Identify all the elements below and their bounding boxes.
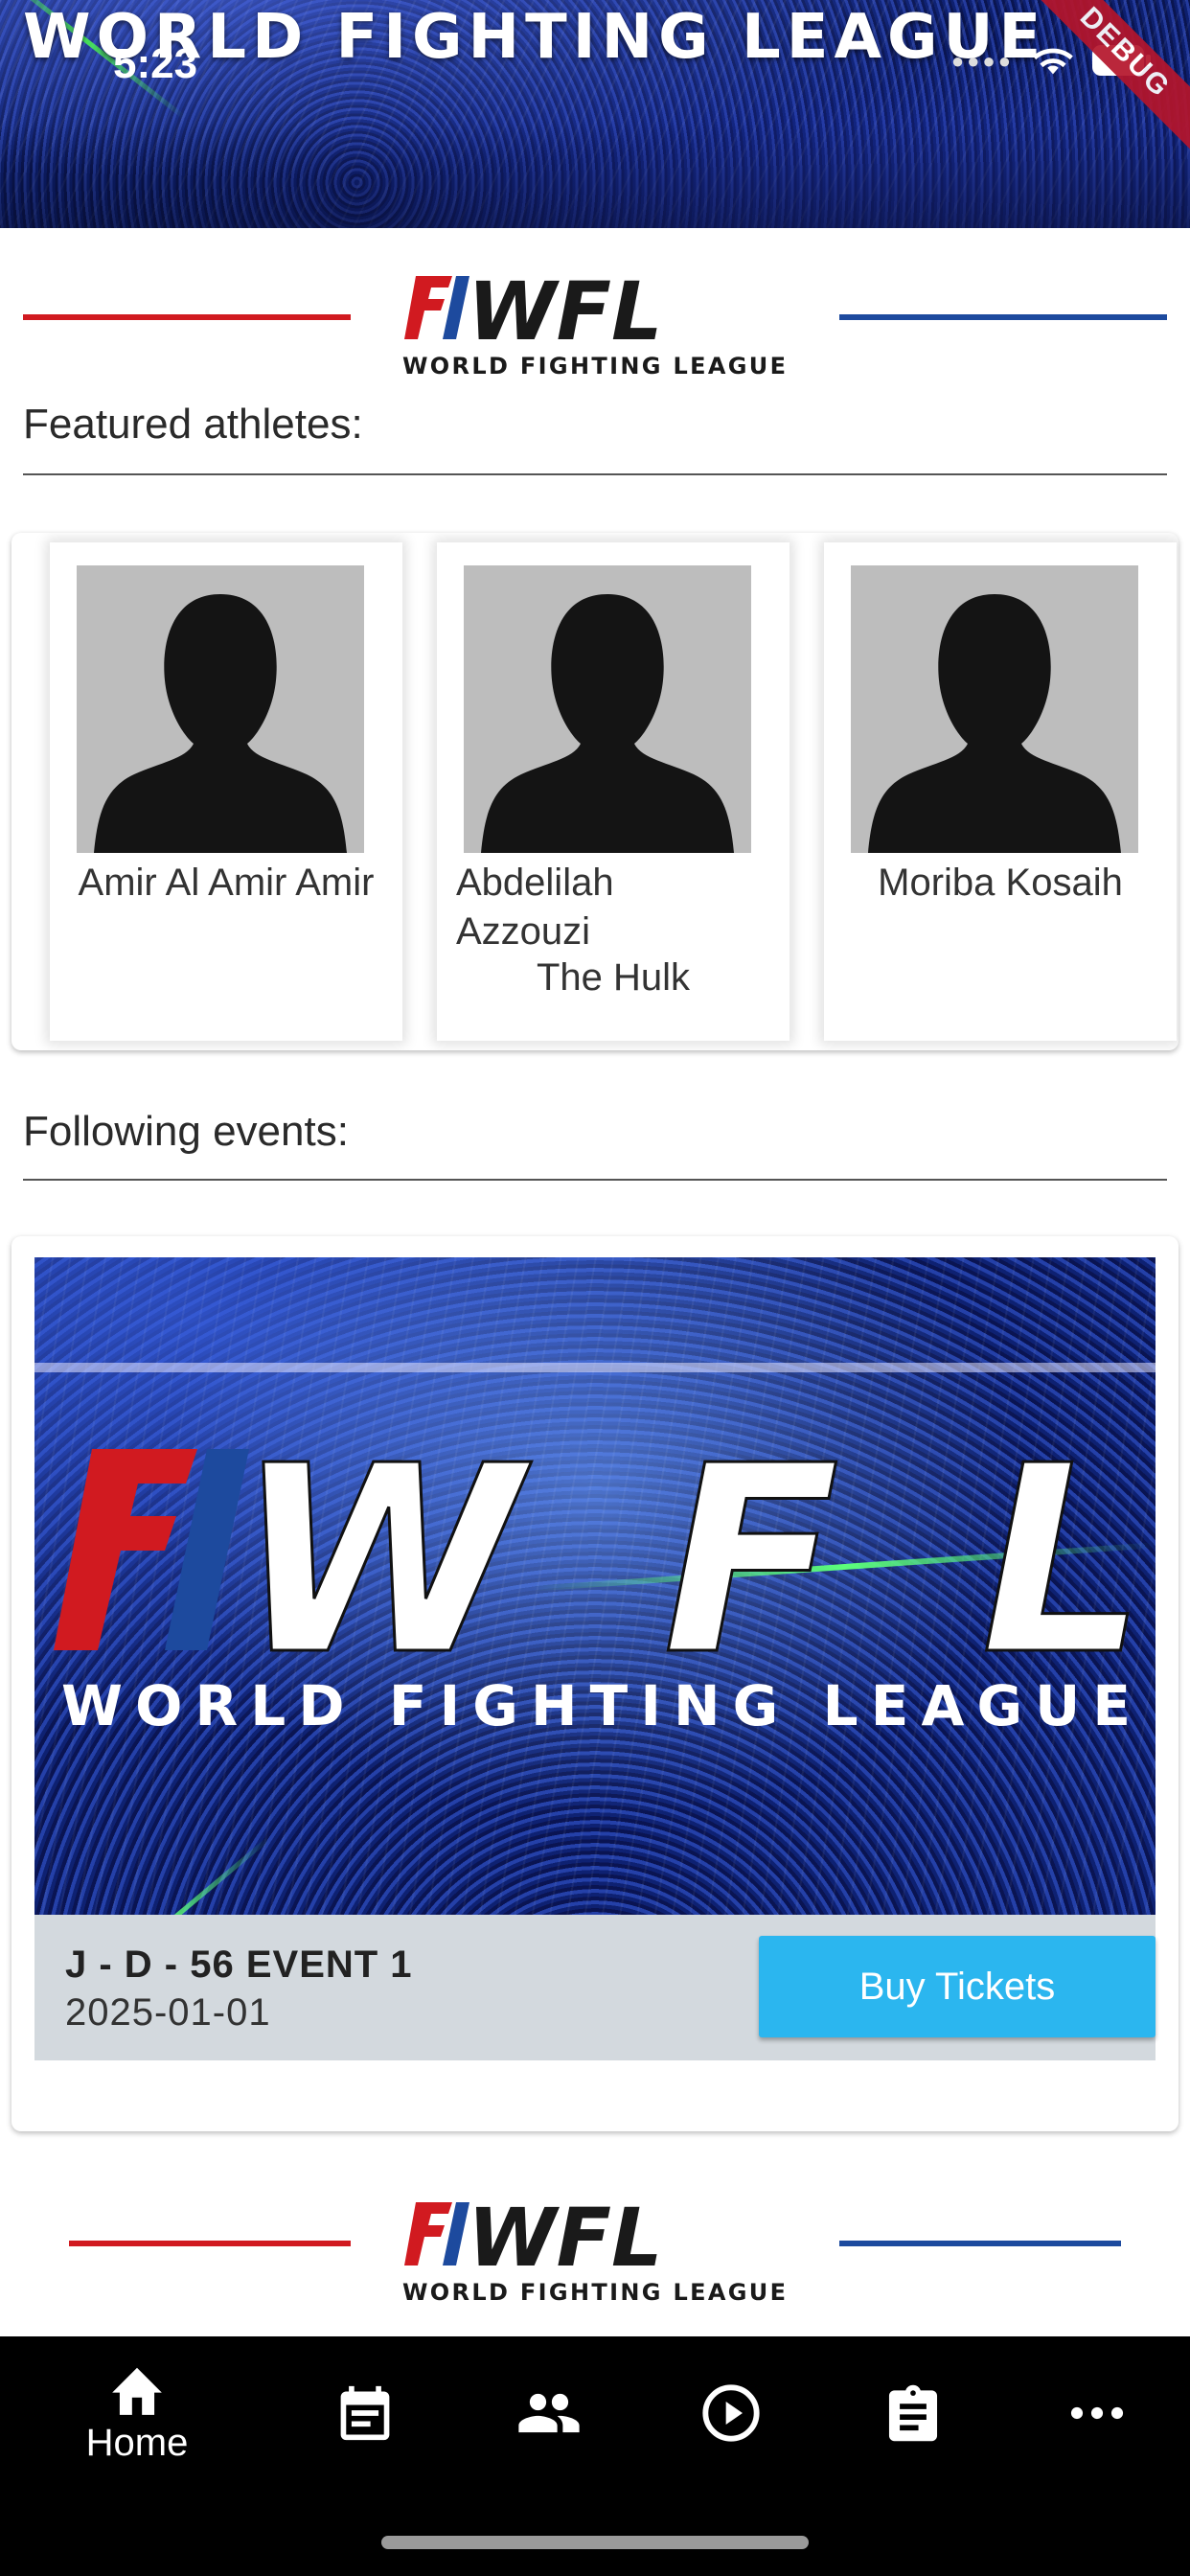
home-icon [112, 2367, 162, 2415]
wfl-logo: WFL WORLD FIGHTING LEAGUE [402, 2193, 786, 2306]
event-date: 2025-01-01 [65, 1991, 271, 2034]
wifi-icon [1033, 48, 1073, 75]
event-name: J - D - 56 EVENT 1 [65, 1944, 413, 1986]
nav-label-home: Home [85, 2421, 189, 2464]
banner-monogram: WFL [236, 1430, 1146, 1712]
logo-divider-blue [839, 314, 1167, 320]
athlete-avatar [851, 565, 1138, 853]
banner-tagline: WORLD FIGHTING LEAGUE [61, 1673, 1131, 1736]
nav-item-more[interactable] [1006, 2336, 1188, 2490]
logo-divider-red [23, 314, 351, 320]
avatar-placeholder-icon [94, 594, 347, 853]
event-footer: J - D - 56 EVENT 1 2025-01-01 Buy Ticket… [34, 1915, 1156, 2060]
logo-divider-blue [839, 2241, 1121, 2246]
event-banner-logo: WFL WORLD FIGHTING LEAGUE [54, 1430, 1146, 1736]
events-rule [23, 1179, 1167, 1181]
athletes-carousel[interactable]: Amir Al Amir Amir Abdelilah Azzouzi The … [11, 533, 1179, 1050]
nav-item-events[interactable] [274, 2336, 456, 2490]
logo-monogram: WFL [468, 2193, 663, 2285]
featured-rule [23, 473, 1167, 475]
event-banner-image[interactable]: WFL WORLD FIGHTING LEAGUE [34, 1257, 1156, 1915]
avatar-placeholder-icon [868, 594, 1121, 853]
logo-row-top: WFL WORLD FIGHTING LEAGUE [0, 255, 1190, 380]
avatar-placeholder-icon [481, 594, 734, 853]
athlete-avatar [464, 565, 751, 853]
calendar-icon [340, 2385, 390, 2441]
featured-heading: Featured athletes: [23, 401, 363, 448]
signal-icon: ●●●● [950, 49, 1014, 73]
logo-tagline: WORLD FIGHTING LEAGUE [402, 353, 786, 380]
logo-row-bottom: WFL WORLD FIGHTING LEAGUE [0, 2181, 1190, 2306]
status-time: 5:23 [113, 40, 198, 87]
nav-item-rankings[interactable] [822, 2336, 1004, 2490]
more-icon [1070, 2406, 1124, 2420]
athlete-nickname: The Hulk [536, 956, 691, 999]
nav-item-home[interactable]: Home [46, 2336, 228, 2490]
people-icon [518, 2393, 580, 2433]
athlete-avatar [77, 565, 364, 853]
athlete-card[interactable]: Moriba Kosaih [824, 542, 1177, 1041]
nav-item-videos[interactable] [640, 2336, 822, 2490]
athlete-name: Amir Al Amir Amir [78, 862, 375, 904]
home-indicator[interactable] [381, 2536, 809, 2549]
clipboard-icon [888, 2384, 938, 2442]
nav-item-athletes[interactable] [458, 2336, 640, 2490]
events-heading: Following events: [23, 1108, 349, 1155]
banner-laser [47, 1836, 271, 1915]
hero-crowd [0, 123, 1190, 228]
athlete-card[interactable]: Abdelilah Azzouzi The Hulk [437, 542, 790, 1041]
buy-tickets-button[interactable]: Buy Tickets [759, 1936, 1156, 2037]
logo-divider-red [69, 2241, 351, 2246]
logo-monogram: WFL [468, 266, 663, 358]
athlete-name: Moriba Kosaih [878, 862, 1123, 904]
hero-banner: WORLD FIGHTING LEAGUE 5:23 ●●●● DEBUG [0, 0, 1190, 228]
banner-truss [34, 1363, 1156, 1372]
play-icon [702, 2384, 760, 2442]
wfl-logo: WFL WORLD FIGHTING LEAGUE [402, 266, 786, 380]
athlete-name: Abdelilah Azzouzi [456, 862, 614, 953]
logo-tagline: WORLD FIGHTING LEAGUE [402, 2279, 786, 2306]
event-card[interactable]: WFL WORLD FIGHTING LEAGUE J - D - 56 EVE… [11, 1236, 1179, 2131]
athlete-card[interactable]: Amir Al Amir Amir [50, 542, 402, 1041]
